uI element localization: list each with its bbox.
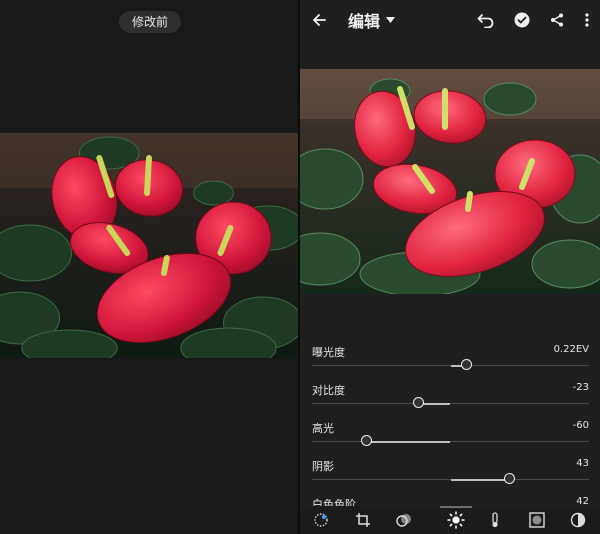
temperature-icon[interactable] [483, 510, 507, 530]
slider-exposure[interactable]: 曝光度 0.22EV [300, 344, 600, 382]
slider-label: 高光 [312, 422, 334, 435]
chevron-down-icon [386, 17, 396, 23]
more-vertical-icon[interactable] [576, 9, 598, 31]
active-tool-indicator [440, 506, 472, 508]
bottom-toolbar [300, 506, 600, 534]
vignette-icon[interactable] [525, 510, 549, 530]
slider-handle[interactable] [361, 435, 373, 446]
slider-track[interactable] [312, 473, 589, 484]
page-title: 编辑 [348, 12, 381, 31]
back-arrow-icon[interactable] [308, 9, 330, 31]
detail-icon[interactable] [566, 510, 590, 530]
slider-fill [367, 440, 451, 443]
checkmark-icon[interactable] [511, 9, 533, 31]
edit-menu-dropdown[interactable]: 编辑 [348, 8, 396, 32]
edited-photo[interactable] [300, 69, 600, 294]
slider-value: -60 [572, 420, 589, 431]
slider-handle[interactable] [412, 397, 424, 408]
crop-icon[interactable] [351, 510, 375, 530]
slider-fill [450, 478, 511, 481]
slider-shadows[interactable]: 阴影 43 [300, 458, 600, 496]
slider-label: 阴影 [312, 460, 334, 473]
slider-track[interactable] [312, 435, 589, 446]
slider-handle[interactable] [461, 359, 473, 370]
slider-handle[interactable] [504, 473, 516, 484]
slider-highlights[interactable]: 高光 -60 [300, 420, 600, 458]
slider-contrast[interactable]: 对比度 -23 [300, 382, 600, 420]
before-pane: 修改前 [0, 0, 298, 534]
undo-icon[interactable] [475, 9, 497, 31]
filters-icon[interactable] [392, 510, 416, 530]
top-bar: 编辑 [300, 0, 600, 40]
presets-icon[interactable] [309, 510, 333, 530]
share-icon[interactable] [546, 9, 568, 31]
slider-label: 对比度 [312, 384, 345, 397]
slider-track[interactable] [312, 359, 589, 370]
before-compare-button[interactable]: 修改前 [119, 11, 181, 33]
slider-value: -23 [572, 382, 589, 393]
before-photo [0, 133, 298, 358]
edit-pane: 编辑 曝光度 0.22EV 对比度 -23 高光 -60 阴影 43 白色色阶 … [300, 0, 600, 534]
light-icon[interactable] [444, 510, 468, 530]
slider-label: 曝光度 [312, 346, 345, 359]
slider-value: 43 [576, 458, 589, 469]
slider-track[interactable] [312, 397, 589, 408]
slider-value: 0.22EV [553, 344, 589, 355]
